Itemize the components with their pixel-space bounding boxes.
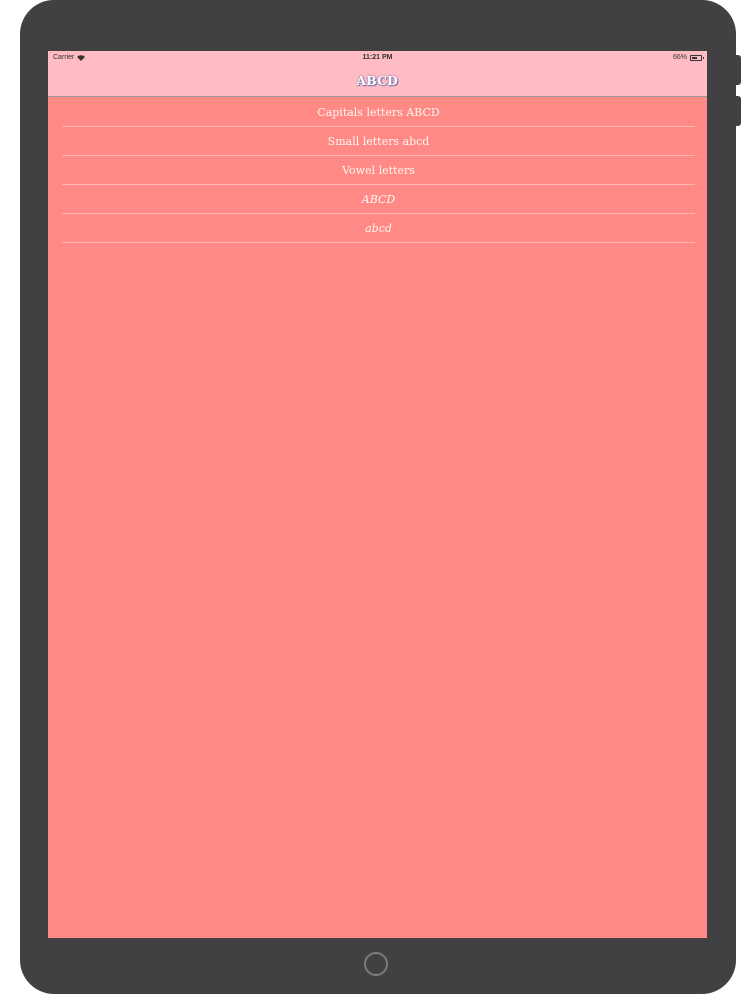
list-item[interactable]: abcd (62, 214, 695, 243)
status-bar: Carrier 11:21 PM 66% (48, 51, 707, 65)
list-item-label: Small letters abcd (327, 134, 430, 148)
list-item[interactable]: ABCD (62, 185, 695, 214)
volume-up-button (735, 55, 741, 85)
battery-percent: 66% (672, 54, 687, 61)
home-button[interactable] (364, 952, 388, 976)
nav-title: ABCD (356, 73, 399, 88)
list-item-label: ABCD (361, 192, 396, 206)
navigation-bar: ABCD (48, 65, 707, 97)
volume-down-button (735, 96, 741, 126)
letters-list: Capitals letters ABCD Small letters abcd V… (62, 98, 695, 243)
app-screen: Carrier 11:21 PM 66% ABCD Capitals lette… (48, 51, 707, 938)
list-item-label: abcd (365, 221, 392, 235)
battery-icon (690, 54, 704, 61)
battery-group: 66% (672, 54, 704, 61)
list-item-label: Vowel letters (342, 163, 415, 177)
list-item-label: Capitals letters ABCD (317, 105, 440, 119)
list-item[interactable]: Vowel letters (62, 156, 695, 185)
status-time: 11:21 PM (362, 54, 393, 61)
battery-fill (692, 56, 698, 59)
list-item[interactable]: Small letters abcd (62, 127, 695, 156)
list-item[interactable]: Capitals letters ABCD (62, 98, 695, 127)
